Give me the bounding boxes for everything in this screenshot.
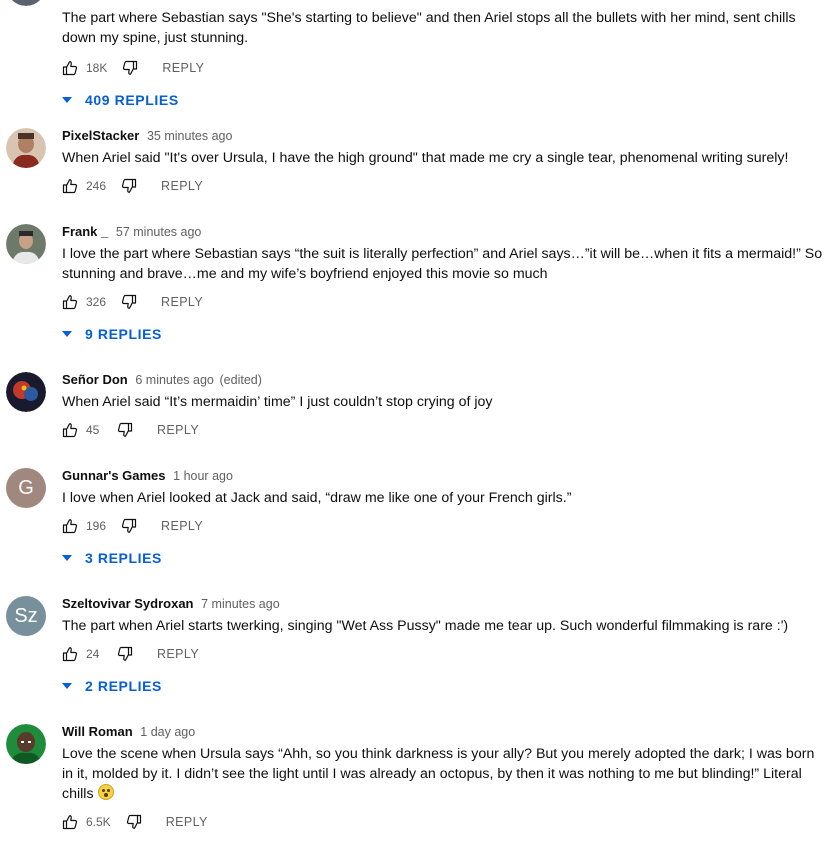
thumbs-down-icon[interactable]: [121, 178, 137, 194]
comment-thread: Frank _ 57 minutes ago I love the part w…: [0, 222, 831, 370]
comment-actions: 18K REPLY: [62, 50, 831, 86]
reply-button[interactable]: REPLY: [162, 61, 204, 75]
comment-author[interactable]: Señor Don: [62, 372, 128, 387]
like-count: 246: [86, 179, 107, 193]
thumbs-up-icon[interactable]: [62, 646, 78, 662]
like-count: 45: [86, 423, 100, 437]
avatar[interactable]: [6, 724, 46, 764]
reply-button[interactable]: REPLY: [161, 179, 203, 193]
thumbs-up-icon[interactable]: [62, 422, 78, 438]
comment-header: Gunnar's Games 1 hour ago: [62, 466, 831, 486]
avatar[interactable]: G: [6, 468, 46, 508]
comment-author[interactable]: PixelStacker: [62, 128, 139, 143]
comment-thread: PixelStacker 35 minutes ago When Ariel s…: [0, 126, 831, 222]
view-replies-button[interactable]: 9 REPLIES: [62, 320, 831, 348]
comment-thread: Señor Don 6 minutes ago (edited) When Ar…: [0, 370, 831, 466]
thumbs-up-icon[interactable]: [62, 178, 78, 194]
comment-header: PixelStacker 35 minutes ago: [62, 126, 831, 146]
comment-time[interactable]: 35 minutes ago: [147, 129, 232, 143]
thumbs-up-icon[interactable]: [62, 814, 78, 830]
avatar[interactable]: Sz: [6, 596, 46, 636]
avatar[interactable]: [6, 372, 46, 412]
comment-time[interactable]: 6 minutes ago: [135, 373, 214, 387]
comment-actions: 246 REPLY: [62, 168, 831, 204]
edited-label: (edited): [219, 373, 262, 387]
comment-text: The part when Ariel starts twerking, sin…: [62, 618, 789, 634]
caret-down-icon: [62, 331, 72, 337]
like-count: 326: [86, 295, 107, 309]
comment-text: The part where Sebastian says "She's sta…: [62, 10, 796, 46]
comment-text: When Ariel said "It's over Ursula, I hav…: [62, 150, 789, 166]
avatar-letter: G: [18, 476, 34, 499]
reply-button[interactable]: REPLY: [157, 423, 199, 437]
comment-text: When Ariel said “It’s mermaidin’ time” I…: [62, 394, 493, 410]
comment-header: Señor Don 6 minutes ago (edited): [62, 370, 831, 390]
view-replies-button[interactable]: 2 REPLIES: [62, 672, 831, 700]
comment-text: I love when Ariel looked at Jack and sai…: [62, 490, 572, 506]
view-replies-button[interactable]: 3 REPLIES: [62, 544, 831, 572]
thumbs-down-icon[interactable]: [117, 422, 133, 438]
avatar[interactable]: [6, 224, 46, 264]
replies-count-label: 9 REPLIES: [85, 326, 162, 342]
comment-time[interactable]: 7 minutes ago: [201, 597, 280, 611]
replies-count-label: 2 REPLIES: [85, 678, 162, 694]
like-count: 18K: [86, 61, 108, 75]
like-count: 196: [86, 519, 107, 533]
comment-actions: 24 REPLY: [62, 636, 831, 672]
comment-author[interactable]: Will Roman: [62, 724, 133, 739]
avatar[interactable]: [6, 128, 46, 168]
like-count: 24: [86, 647, 100, 661]
view-replies-button[interactable]: 409 REPLIES: [62, 86, 831, 114]
comment-thread: G Gunnar's Games 1 hour ago I love when …: [0, 466, 831, 594]
caret-down-icon: [62, 683, 72, 689]
thumbs-up-icon[interactable]: [62, 60, 78, 76]
comment-actions: 326 REPLY: [62, 284, 831, 320]
comment-time[interactable]: 57 minutes ago: [116, 225, 201, 239]
comment-actions: 45 REPLY: [62, 412, 831, 448]
comment-author[interactable]: Frank _: [62, 224, 108, 239]
comment-thread: Will Roman 1 day ago Love the scene when…: [0, 722, 831, 842]
reply-button[interactable]: REPLY: [157, 647, 199, 661]
comment-header: Frank _ 57 minutes ago: [62, 222, 831, 242]
comment-text: I love the part where Sebastian says “th…: [62, 246, 823, 282]
reply-button[interactable]: REPLY: [161, 295, 203, 309]
thumbs-down-icon[interactable]: [121, 294, 137, 310]
comment-actions: 196 REPLY: [62, 508, 831, 544]
comment-header: Szeltovivar Sydroxan 7 minutes ago: [62, 594, 831, 614]
caret-down-icon: [62, 97, 72, 103]
comments-section: The part where Sebastian says "She's sta…: [0, 0, 831, 842]
comment-header: [62, 0, 831, 6]
thumbs-up-icon[interactable]: [62, 294, 78, 310]
thumbs-up-icon[interactable]: [62, 518, 78, 534]
comment-time[interactable]: 1 day ago: [140, 725, 195, 739]
caret-down-icon: [62, 555, 72, 561]
replies-count-label: 3 REPLIES: [85, 550, 162, 566]
comment-thread: Sz Szeltovivar Sydroxan 7 minutes ago Th…: [0, 594, 831, 722]
comment-author[interactable]: Szeltovivar Sydroxan: [62, 596, 194, 611]
reply-button[interactable]: REPLY: [161, 519, 203, 533]
comment-author[interactable]: Gunnar's Games: [62, 468, 166, 483]
comment-actions: 6.5K REPLY: [62, 804, 831, 840]
comment-thread: The part where Sebastian says "She's sta…: [0, 0, 831, 126]
replies-count-label: 409 REPLIES: [85, 92, 179, 108]
avatar[interactable]: [6, 0, 46, 6]
comment-text: Love the scene when Ursula says “Ahh, so…: [62, 744, 831, 804]
reply-button[interactable]: REPLY: [166, 815, 208, 829]
thumbs-down-icon[interactable]: [122, 60, 138, 76]
comment-time[interactable]: 1 hour ago: [173, 469, 233, 483]
avatar-letter: Sz: [14, 604, 38, 627]
like-count: 6.5K: [86, 815, 111, 829]
comment-text-body: Love the scene when Ursula says “Ahh, so…: [62, 746, 815, 802]
thumbs-down-icon[interactable]: [117, 646, 133, 662]
thumbs-down-icon[interactable]: [121, 518, 137, 534]
comment-header: Will Roman 1 day ago: [62, 722, 831, 742]
thumbs-down-icon[interactable]: [126, 814, 142, 830]
flushed-face-emoji: [97, 784, 114, 800]
